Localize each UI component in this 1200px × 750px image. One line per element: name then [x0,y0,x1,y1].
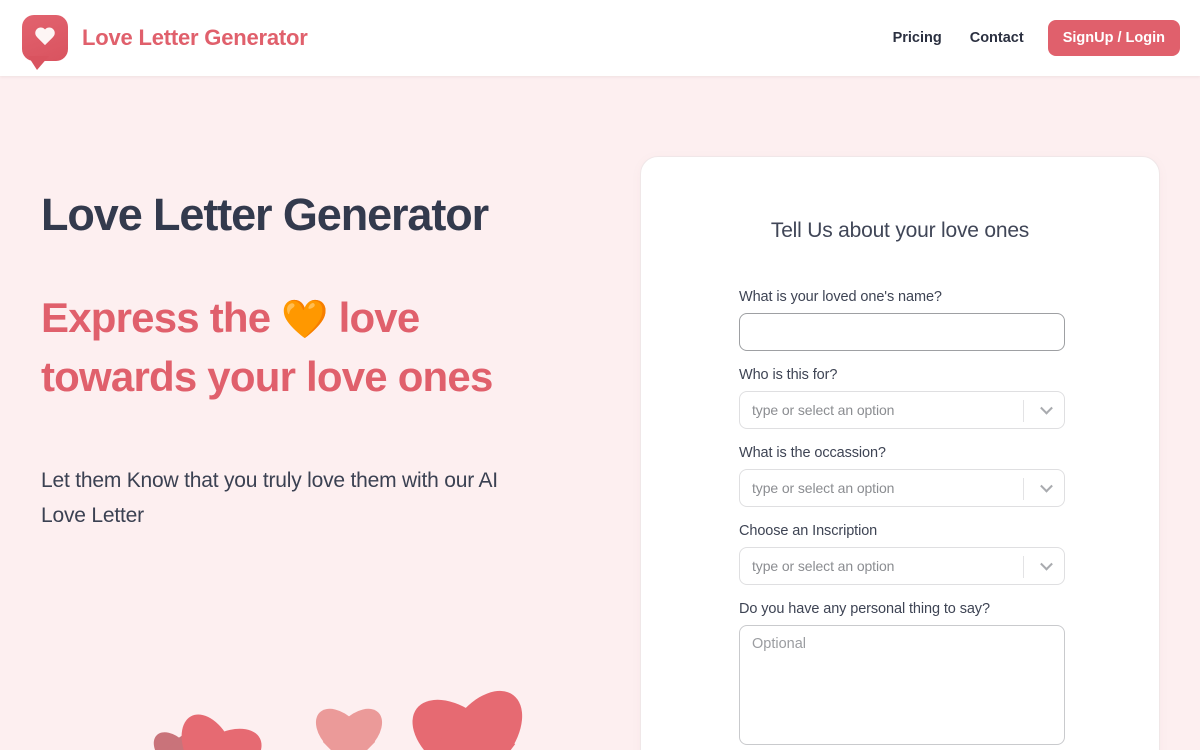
chevron-down-icon[interactable] [1040,557,1053,571]
inscription-select[interactable]: type or select an option [739,547,1065,585]
heart-emoji-icon: 🧡 [281,298,328,341]
decor-heart-pink-icon [306,699,392,750]
label-occasion: What is the occassion? [739,445,886,461]
select-divider [1023,478,1024,500]
chevron-down-icon[interactable] [1040,479,1053,493]
personal-message-textarea[interactable] [739,625,1065,745]
hero-subtitle: Express the 🧡 love towards your love one… [41,288,511,408]
page-title: Love Letter Generator [41,189,489,240]
field-occasion: What is the occassion? type or select an… [739,445,1065,507]
occasion-select[interactable]: type or select an option [739,469,1065,507]
main-nav: Pricing Contact SignUp / Login [893,20,1180,56]
brand-logo[interactable]: Love Letter Generator [22,15,308,70]
label-inscription: Choose an Inscription [739,523,878,539]
label-who-is-this-for: Who is this for? [739,367,838,383]
love-letter-form-card: Tell Us about your love ones What is you… [640,156,1160,750]
loved-one-name-input[interactable] [739,313,1065,351]
decor-heart-coral-small-icon [157,705,271,750]
occasion-placeholder: type or select an option [752,480,895,496]
field-inscription: Choose an Inscription type or select an … [739,523,1065,585]
heart-icon [34,28,56,48]
hero-subtitle-before: Express the [41,293,282,341]
site-header: Love Letter Generator Pricing Contact Si… [0,0,1200,76]
field-who-is-this-for: Who is this for? type or select an optio… [739,367,1065,429]
heart-speech-bubble-icon [22,15,68,70]
nav-pricing[interactable]: Pricing [893,30,942,46]
decorative-hearts [0,620,640,750]
inscription-placeholder: type or select an option [752,558,895,574]
label-personal-message: Do you have any personal thing to say? [739,601,990,617]
select-divider [1023,400,1024,422]
field-personal-message: Do you have any personal thing to say? [739,601,1065,750]
hero-section: Love Letter Generator Express the 🧡 love… [41,190,601,534]
form-card-title: Tell Us about your love ones [770,219,1030,242]
hero-description: Let them Know that you truly love them w… [41,469,498,528]
field-loved-one-name: What is your loved one's name? [739,289,1065,351]
signup-login-button[interactable]: SignUp / Login [1047,20,1180,56]
love-letter-form: What is your loved one's name? Who is th… [739,289,1065,750]
brand-name: Love Letter Generator [82,25,308,50]
select-divider [1023,556,1024,578]
chevron-down-icon[interactable] [1040,401,1053,415]
label-loved-one-name: What is your loved one's name? [739,289,942,305]
page-root: Love Letter Generator Pricing Contact Si… [0,0,1200,750]
nav-contact[interactable]: Contact [970,30,1024,46]
decor-heart-coral-large-icon [397,676,542,750]
who-is-this-for-placeholder: type or select an option [752,402,895,418]
who-is-this-for-select[interactable]: type or select an option [739,391,1065,429]
